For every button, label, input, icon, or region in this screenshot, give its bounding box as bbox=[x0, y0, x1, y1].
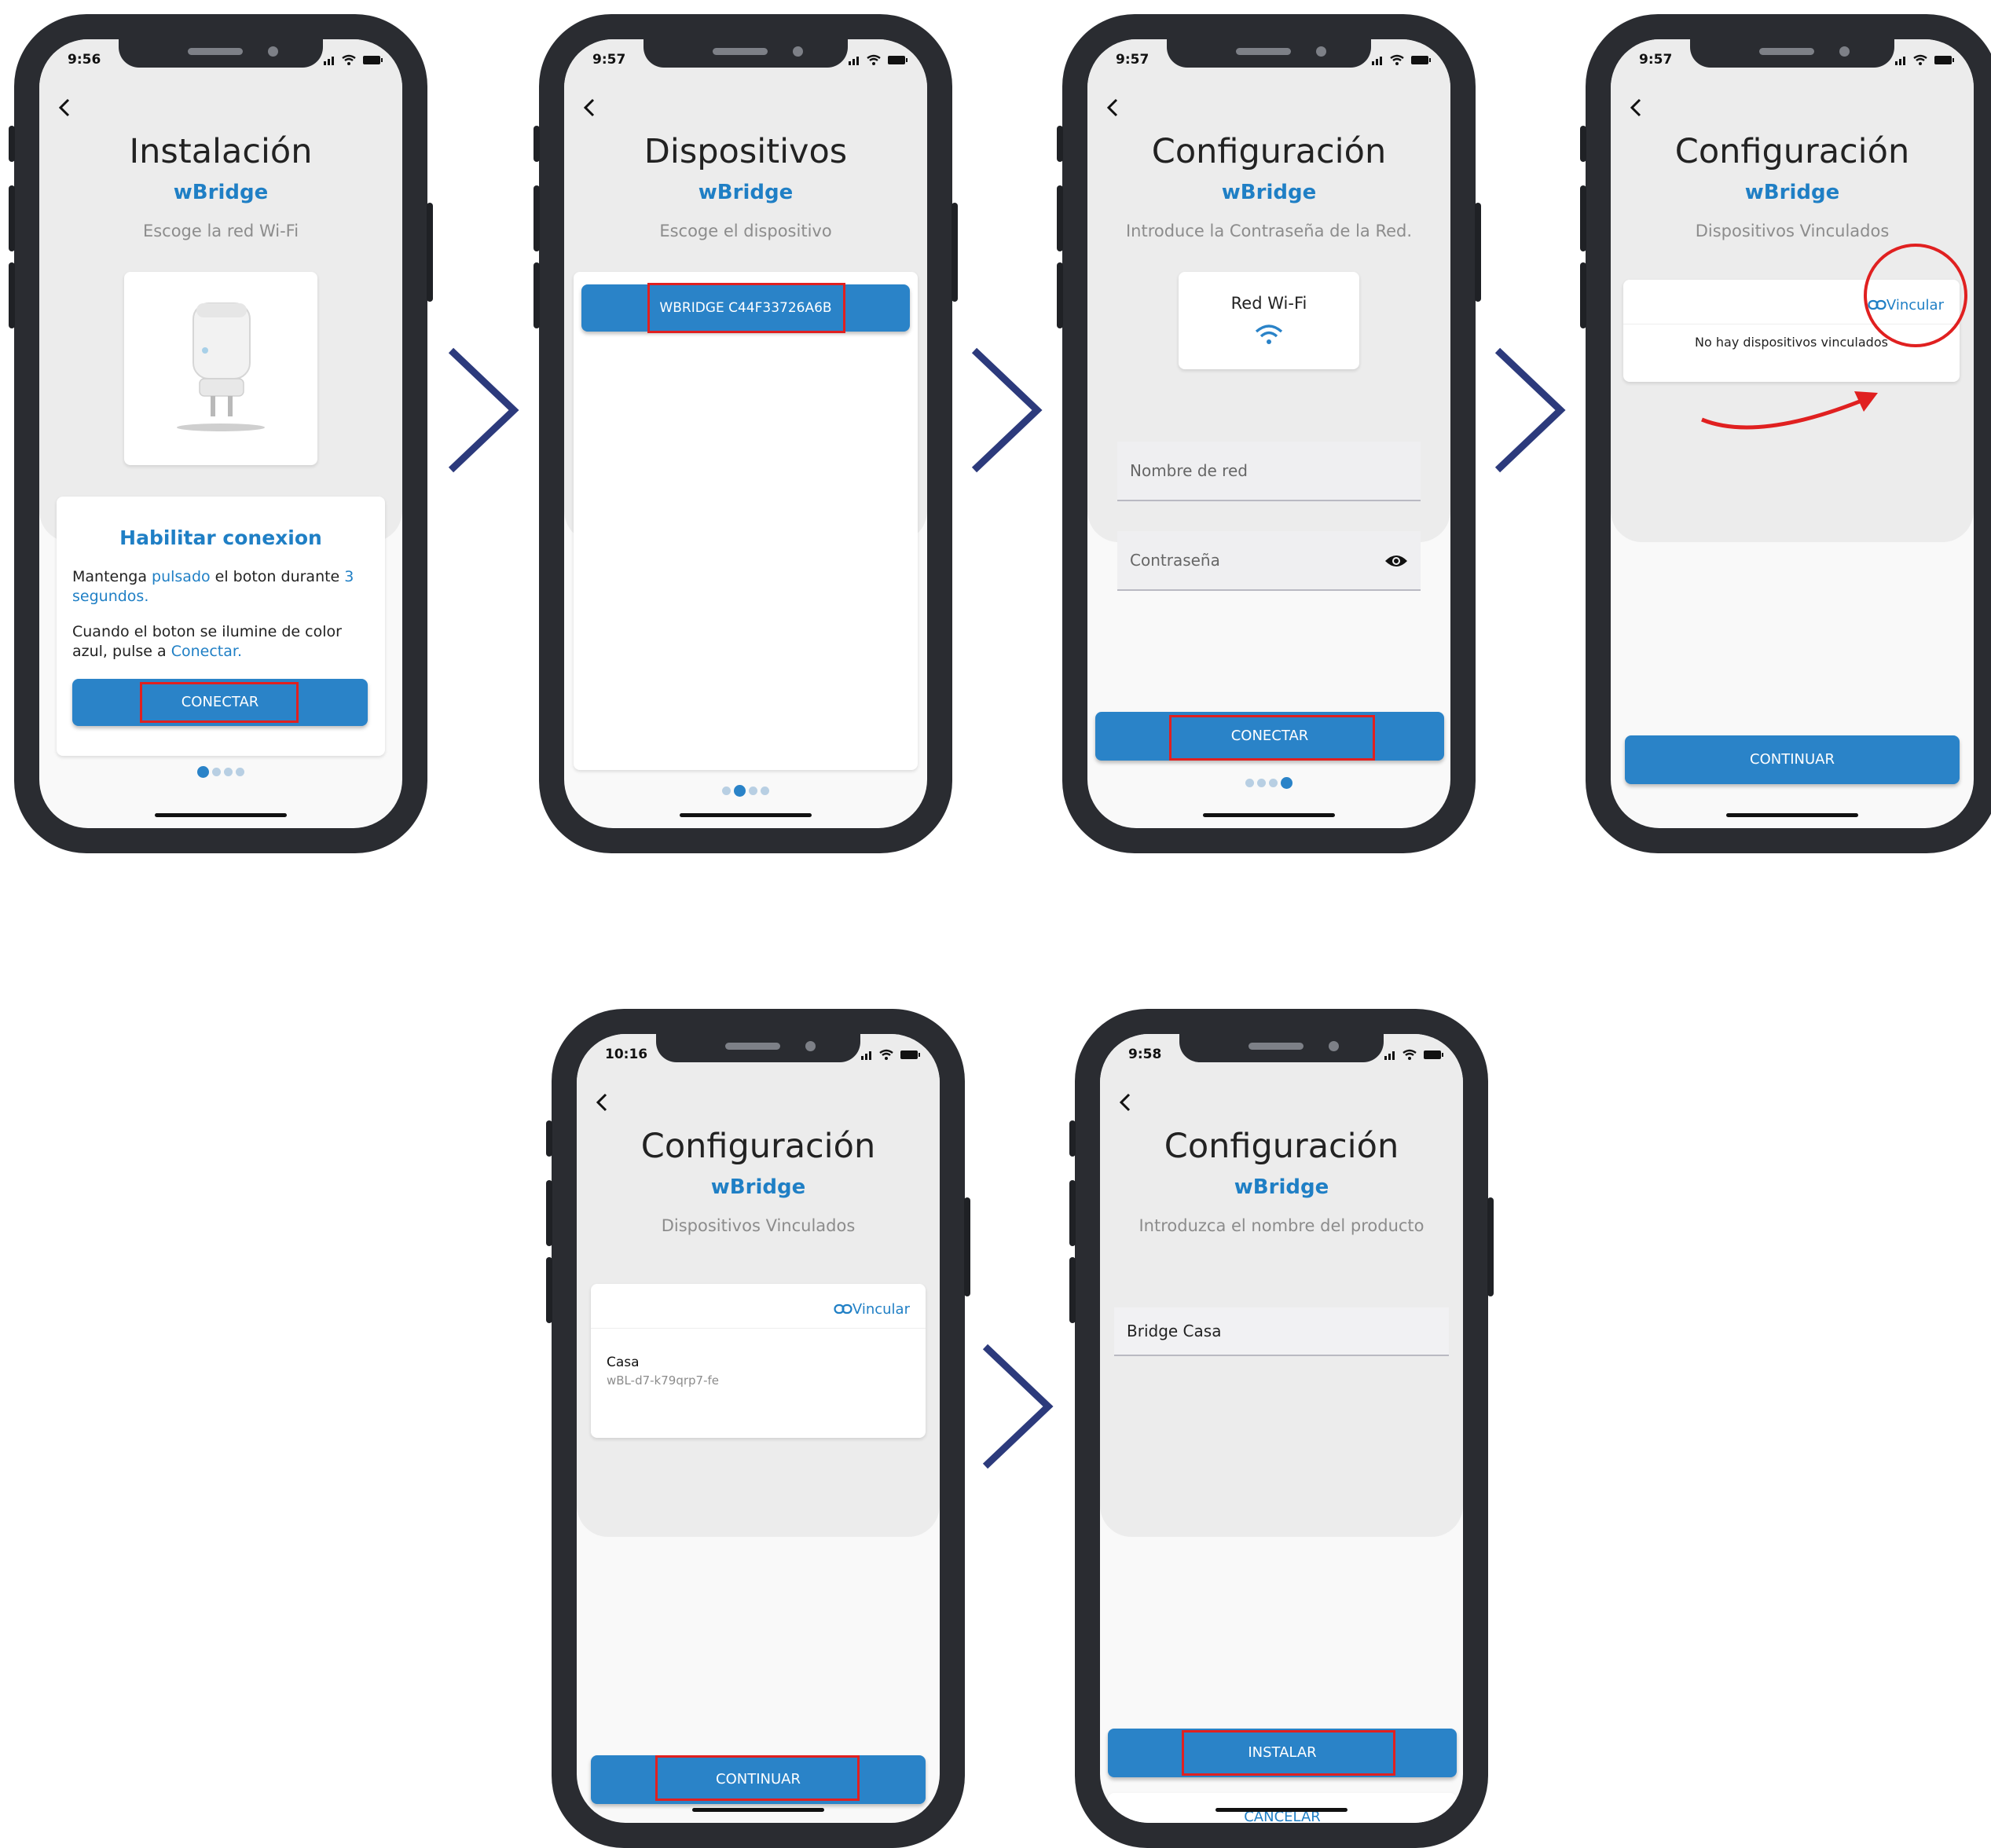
brand-label: wBridge bbox=[1234, 1175, 1329, 1199]
brand-label: wBridge bbox=[698, 181, 794, 204]
page-title: Instalación bbox=[129, 132, 313, 171]
back-chevron-icon[interactable] bbox=[1114, 1091, 1138, 1114]
screen: 9:57 Configuración wBridge Dispositivos … bbox=[1611, 39, 1974, 828]
status-icons bbox=[861, 1049, 920, 1060]
eye-icon[interactable] bbox=[1384, 553, 1408, 569]
status-icons bbox=[1384, 1049, 1443, 1060]
network-name-input[interactable]: Nombre de red bbox=[1117, 442, 1421, 501]
smart-plug-image bbox=[177, 302, 265, 431]
device-name: Casa bbox=[607, 1355, 640, 1370]
page-title: Configuración bbox=[1164, 1127, 1399, 1166]
status-time: 9:57 bbox=[1116, 52, 1150, 68]
link-icon bbox=[834, 1304, 852, 1314]
page-title: Configuración bbox=[1674, 132, 1910, 171]
card-heading: Habilitar conexion bbox=[119, 526, 322, 549]
vincular-link[interactable]: Vincular bbox=[834, 1301, 910, 1318]
linked-devices-card: Vincular Casa wBL-d7-k79qrp7-fe bbox=[591, 1284, 926, 1438]
page-title: Configuración bbox=[1151, 132, 1387, 171]
brand-label: wBridge bbox=[173, 181, 269, 204]
pager-dots bbox=[1087, 775, 1450, 790]
device-list-card: WBRIDGE C44F33726A6B bbox=[574, 272, 918, 770]
wifi-network-card[interactable]: Red Wi-Fi bbox=[1179, 272, 1359, 369]
status-time: 9:58 bbox=[1128, 1047, 1162, 1062]
page-subtitle: Escoge el dispositivo bbox=[659, 222, 832, 240]
continue-button[interactable]: CONTINUAR bbox=[1625, 735, 1960, 784]
page-subtitle: Dispositivos Vinculados bbox=[1695, 222, 1890, 240]
phone-1-installation: 9:56 Instalación wBridge Escoge la red W… bbox=[9, 14, 433, 853]
brand-label: wBridge bbox=[1221, 181, 1317, 204]
next-step-arrow-icon bbox=[982, 1344, 1054, 1469]
status-time: 9:57 bbox=[1639, 52, 1673, 68]
highlight-box bbox=[647, 283, 845, 333]
red-circle-annotation bbox=[1864, 244, 1967, 347]
pager-dots bbox=[39, 764, 402, 779]
status-icons bbox=[324, 54, 383, 65]
password-input[interactable]: Contraseña bbox=[1117, 531, 1421, 591]
phone-6-product-name: 9:58 Configuración wBridge Introduzca el… bbox=[1069, 1009, 1494, 1848]
enable-connection-card: Habilitar conexion Mantenga pulsado el b… bbox=[57, 497, 385, 756]
highlight-box bbox=[140, 682, 299, 723]
screen: 9:56 Instalación wBridge Escoge la red W… bbox=[39, 39, 402, 828]
product-image-card bbox=[124, 272, 317, 465]
status-time: 9:57 bbox=[592, 52, 626, 68]
phone-2-devices: 9:57 Dispositivos wBridge Escoge el disp… bbox=[534, 14, 958, 853]
pager-dots bbox=[564, 783, 927, 798]
page-subtitle: Introduce la Contraseña de la Red. bbox=[1125, 222, 1413, 240]
phone-4-linked-empty: 9:57 Configuración wBridge Dispositivos … bbox=[1580, 14, 1991, 853]
highlight-box bbox=[655, 1755, 860, 1801]
brand-label: wBridge bbox=[710, 1175, 806, 1199]
status-icons bbox=[1895, 54, 1954, 65]
wifi-icon bbox=[1255, 324, 1283, 344]
back-chevron-icon[interactable] bbox=[1625, 96, 1648, 119]
back-chevron-icon[interactable] bbox=[578, 96, 602, 119]
phone-5-linked-device: 10:16 Configuración wBridge Dispositivos… bbox=[546, 1009, 970, 1848]
page-subtitle: Introduzca el nombre del producto bbox=[1138, 1216, 1424, 1235]
screen: 9:57 Configuración wBridge Introduce la … bbox=[1087, 39, 1450, 828]
screen: 9:57 Dispositivos wBridge Escoge el disp… bbox=[564, 39, 927, 828]
highlight-box bbox=[1182, 1730, 1395, 1776]
next-step-arrow-icon bbox=[448, 347, 519, 473]
next-step-arrow-icon bbox=[1494, 347, 1566, 473]
wifi-card-label: Red Wi-Fi bbox=[1230, 294, 1307, 313]
phone-3-wifi-config: 9:57 Configuración wBridge Introduce la … bbox=[1057, 14, 1481, 853]
back-chevron-icon[interactable] bbox=[591, 1091, 614, 1114]
status-time: 10:16 bbox=[605, 1047, 648, 1062]
screen: 10:16 Configuración wBridge Dispositivos… bbox=[577, 1034, 940, 1823]
status-time: 9:56 bbox=[68, 52, 101, 68]
red-curved-arrow bbox=[1701, 391, 1878, 430]
page-title: Dispositivos bbox=[644, 132, 848, 171]
screen: 9:58 Configuración wBridge Introduzca el… bbox=[1100, 1034, 1463, 1823]
next-step-arrow-icon bbox=[971, 347, 1043, 473]
instruction-connect: Cuando el boton se ilumine de color azul… bbox=[72, 623, 342, 660]
page-subtitle: Escoge la red Wi-Fi bbox=[142, 222, 299, 240]
back-chevron-icon[interactable] bbox=[1102, 96, 1125, 119]
instruction-hold: Mantenga pulsado el boton durante 3 segu… bbox=[72, 568, 354, 605]
list-item[interactable]: Casa wBL-d7-k79qrp7-fe bbox=[607, 1355, 719, 1388]
status-icons bbox=[1372, 54, 1431, 65]
brand-label: wBridge bbox=[1744, 181, 1840, 204]
highlight-box bbox=[1169, 715, 1375, 761]
page-subtitle: Dispositivos Vinculados bbox=[661, 1216, 856, 1235]
product-name-input[interactable]: Bridge Casa bbox=[1114, 1307, 1449, 1356]
status-icons bbox=[849, 54, 908, 65]
back-chevron-icon[interactable] bbox=[53, 96, 77, 119]
device-id: wBL-d7-k79qrp7-fe bbox=[607, 1373, 719, 1388]
page-title: Configuración bbox=[640, 1127, 876, 1166]
